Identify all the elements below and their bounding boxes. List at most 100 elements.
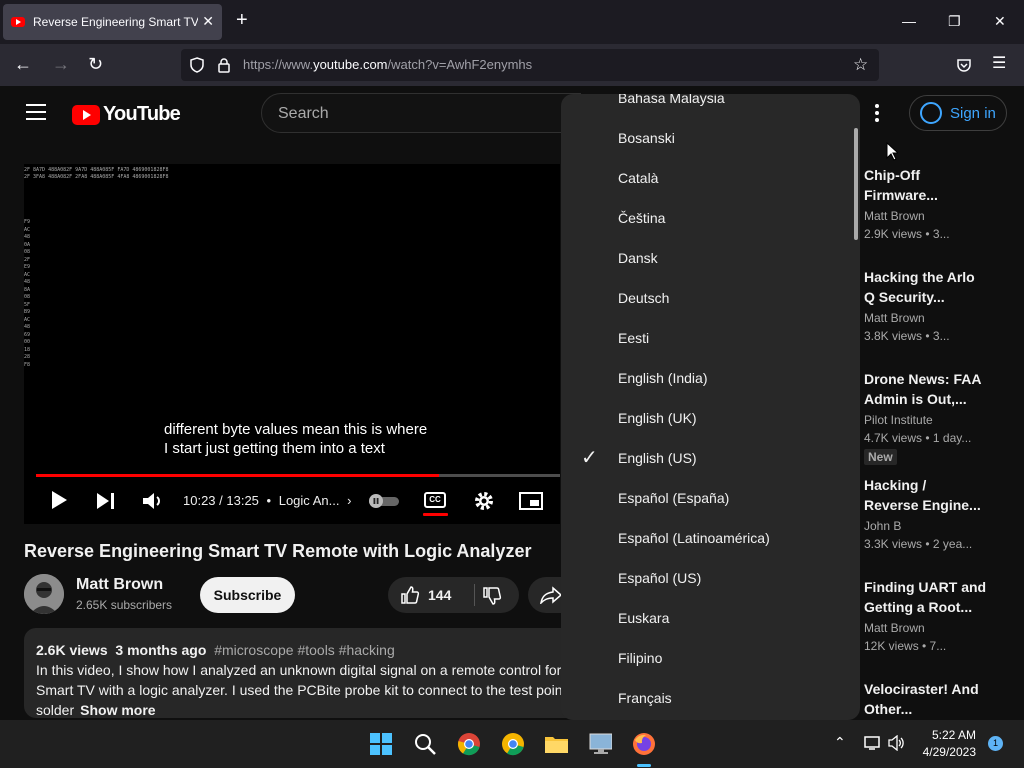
- clock-date[interactable]: 4/29/2023: [912, 745, 976, 759]
- channel-avatar[interactable]: [24, 574, 64, 614]
- language-option[interactable]: English (India): [561, 358, 851, 398]
- language-option[interactable]: ✓ English (US): [561, 438, 851, 478]
- search-input[interactable]: Search: [261, 93, 581, 133]
- language-option[interactable]: Bosanski: [561, 118, 851, 158]
- chapter-title[interactable]: Logic An...: [279, 493, 340, 508]
- bookmark-star-icon[interactable]: ☆: [853, 55, 868, 75]
- time-text: 10:23 / 13:25: [183, 493, 259, 508]
- new-badge: New: [864, 449, 897, 465]
- like-dislike-bar: 144: [388, 577, 519, 613]
- browser-tab[interactable]: Reverse Engineering Smart TV Remote with…: [3, 4, 222, 40]
- recommended-video[interactable]: Velociraster! And Other...: [864, 679, 1014, 719]
- play-icon[interactable]: [50, 490, 68, 510]
- minimize-icon[interactable]: —: [902, 12, 916, 30]
- close-window-icon[interactable]: ✕: [994, 12, 1006, 30]
- windows-start-icon[interactable]: [369, 732, 393, 756]
- show-more-button[interactable]: Show more: [80, 702, 155, 718]
- firefox-icon[interactable]: [632, 732, 656, 756]
- language-option-label: Eesti: [618, 330, 650, 346]
- subscriber-count: 2.65K subscribers: [76, 598, 173, 612]
- notification-badge[interactable]: 1: [988, 736, 1003, 751]
- language-option[interactable]: Català: [561, 158, 851, 198]
- remote-desktop-icon[interactable]: [588, 732, 612, 756]
- hashtags[interactable]: #microscope #tools #hacking: [214, 642, 395, 658]
- shield-icon[interactable]: [189, 57, 205, 73]
- caption-line: I start just getting them into a text: [164, 440, 385, 457]
- closed-captions-button[interactable]: CC: [424, 492, 446, 508]
- clock-time[interactable]: 5:22 AM: [912, 728, 976, 742]
- search-placeholder: Search: [278, 105, 329, 122]
- video-progress-fill: [36, 474, 440, 477]
- like-count[interactable]: 144: [428, 587, 451, 603]
- sign-in-button[interactable]: Sign in: [909, 95, 1007, 131]
- autoplay-toggle[interactable]: [367, 493, 401, 509]
- like-icon[interactable]: [400, 585, 420, 605]
- chrome-beta-icon[interactable]: [501, 732, 525, 756]
- description-meta: 2.6K views 3 months ago #microscope #too…: [36, 642, 395, 658]
- language-option[interactable]: Español (España): [561, 478, 851, 518]
- language-menu-scrollbar[interactable]: [854, 128, 858, 240]
- captions-active-indicator: [423, 513, 448, 516]
- channel-name[interactable]: Matt Brown: [76, 576, 163, 594]
- recommended-video[interactable]: Drone News: FAA Admin is Out,... Pilot I…: [864, 369, 1014, 466]
- language-option-label: English (India): [618, 370, 708, 386]
- rec-channel: Matt Brown: [864, 311, 925, 325]
- lock-icon[interactable]: [217, 57, 231, 73]
- subscribe-button[interactable]: Subscribe: [200, 577, 295, 613]
- youtube-favicon-icon: [11, 17, 25, 27]
- menu-icon[interactable]: ☰: [992, 54, 1006, 74]
- video-player[interactable]: 2F 8A7D 488A082F 9A7D 488A085F FA7D 4869…: [24, 164, 560, 524]
- new-tab-icon[interactable]: +: [236, 10, 248, 30]
- language-option[interactable]: Deutsch: [561, 278, 851, 318]
- dislike-icon[interactable]: [482, 586, 502, 606]
- description-line: In this video, I show how I analyzed an …: [36, 662, 562, 678]
- view-count: 2.6K views: [36, 642, 108, 658]
- language-option[interactable]: Español (US): [561, 558, 851, 598]
- language-option-label: Español (US): [618, 570, 702, 586]
- search-icon[interactable]: [413, 732, 437, 756]
- youtube-logo[interactable]: YouTube: [72, 103, 181, 126]
- next-video-icon[interactable]: [96, 492, 116, 510]
- rec-meta: 4.7K views • 1 day...: [864, 431, 972, 445]
- url-bar[interactable]: https://www.youtube.com/watch?v=AwhF2eny…: [181, 49, 879, 81]
- recommended-video[interactable]: Hacking the Arlo Q Security... Matt Brow…: [864, 267, 1014, 343]
- miniplayer-icon[interactable]: [519, 492, 543, 510]
- language-option[interactable]: Français: [561, 678, 851, 718]
- language-option[interactable]: Dansk: [561, 238, 851, 278]
- pocket-icon[interactable]: [956, 57, 972, 73]
- forward-arrow-icon[interactable]: →: [52, 54, 70, 74]
- recommended-video[interactable]: Hacking / Reverse Engine... John B 3.3K …: [864, 475, 1014, 551]
- speaker-icon[interactable]: [888, 735, 906, 751]
- language-option[interactable]: Filipino: [561, 638, 851, 678]
- more-options-icon[interactable]: [875, 104, 879, 122]
- recommended-video[interactable]: Chip-Off Firmware... Matt Brown 2.9K vie…: [864, 165, 1014, 241]
- language-option[interactable]: Euskara: [561, 598, 851, 638]
- description-line: Smart TV with a logic analyzer. I used t…: [36, 682, 563, 698]
- language-option-label: Bahasa Malaysia: [618, 94, 725, 106]
- restore-icon[interactable]: ❐: [948, 12, 961, 30]
- recommended-video[interactable]: Finding UART and Getting a Root... Matt …: [864, 577, 1014, 653]
- settings-gear-icon[interactable]: [473, 490, 495, 512]
- tray-chevron-icon[interactable]: ⌃: [834, 734, 846, 751]
- tab-close-icon[interactable]: ✕: [202, 13, 214, 30]
- language-option-label: Deutsch: [618, 290, 670, 306]
- language-option[interactable]: English (UK): [561, 398, 851, 438]
- network-icon[interactable]: [864, 735, 882, 751]
- channel-avatar-image: [24, 574, 64, 614]
- video-progress-bar[interactable]: [36, 474, 560, 477]
- hamburger-menu-icon[interactable]: [26, 104, 46, 120]
- video-description[interactable]: 2.6K views 3 months ago #microscope #too…: [24, 628, 584, 718]
- reload-icon[interactable]: ↻: [88, 54, 103, 74]
- url-text[interactable]: https://www.youtube.com/watch?v=AwhF2eny…: [243, 57, 532, 72]
- file-explorer-icon[interactable]: [544, 732, 568, 756]
- language-option[interactable]: Čeština: [561, 198, 851, 238]
- language-option[interactable]: Eesti: [561, 318, 851, 358]
- language-option[interactable]: Español (Latinoamérica): [561, 518, 851, 558]
- language-option[interactable]: Bahasa Malaysia: [561, 94, 851, 118]
- description-text: solder: [36, 702, 75, 718]
- chapter-chevron-icon[interactable]: ›: [347, 493, 351, 508]
- back-arrow-icon[interactable]: ←: [14, 54, 32, 74]
- rec-title: Hacking /: [864, 477, 927, 493]
- volume-icon[interactable]: [142, 491, 164, 511]
- chrome-icon[interactable]: [457, 732, 481, 756]
